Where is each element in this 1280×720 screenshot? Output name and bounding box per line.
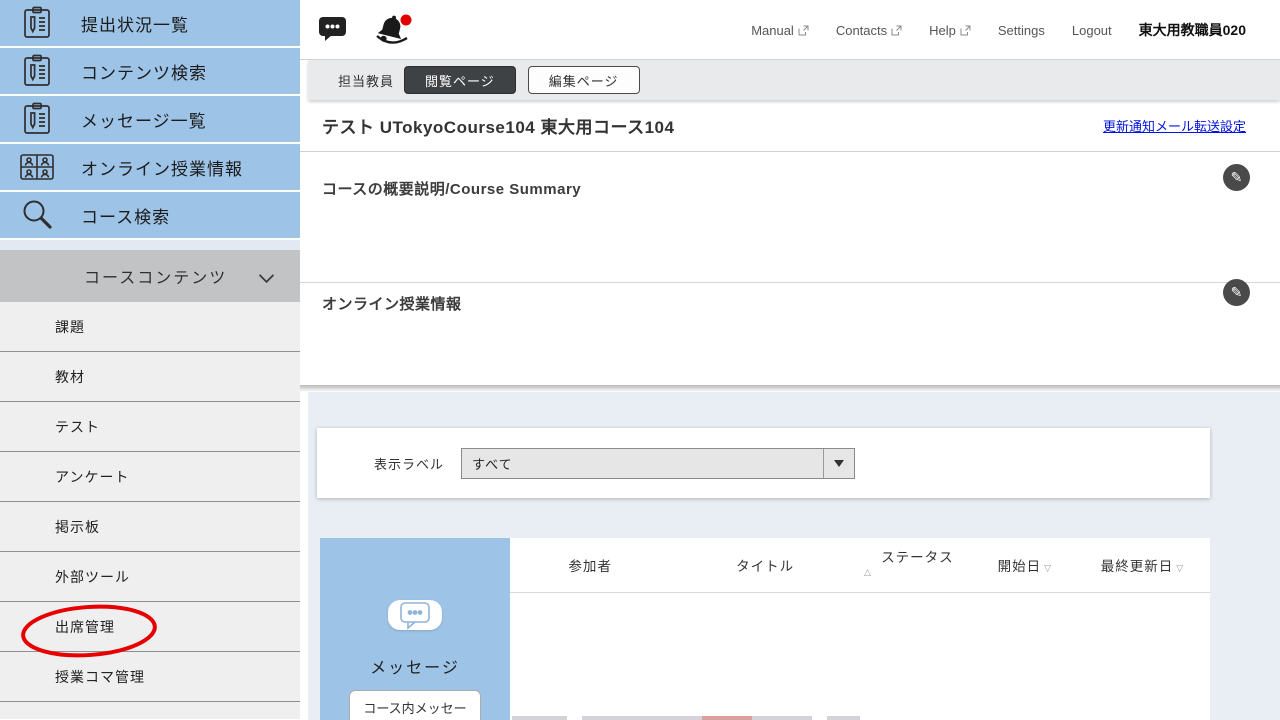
messages-icon[interactable] [318, 14, 348, 42]
unread-dot [401, 15, 412, 26]
sidebar-item-label: コンテンツ検索 [81, 59, 207, 84]
course-message-button[interactable]: コース内メッセー [349, 690, 480, 720]
sidebar-item-class-slot-management[interactable]: 授業コマ管理 [0, 652, 300, 702]
message-category-cell: メッセージ コース内メッセー [320, 538, 510, 720]
col-last-updated[interactable]: 最終更新日▽ [1075, 555, 1210, 575]
sidebar-spacer [0, 240, 300, 250]
notifications-bell-icon[interactable] [374, 14, 414, 48]
message-table: メッセージ コース内メッセー 参加者 タイトル ステータス △ [320, 538, 1210, 720]
sidebar-item-external-tools[interactable]: 外部ツール [0, 552, 300, 602]
sidebar-item-content-search[interactable]: コンテンツ検索 [0, 48, 300, 94]
display-label-text: 表示ラベル [374, 454, 444, 473]
sidebar-item-label: 提出状況一覧 [81, 11, 189, 36]
sidebar-item-label: メッセージ一覧 [81, 107, 207, 132]
course-title-row: テスト UTokyoCourse104 東大用コース104 更新通知メール転送設… [300, 100, 1280, 152]
message-table-header: 参加者 タイトル ステータス △ 開始日▽ 最終更新日▽ [510, 538, 1210, 592]
selected-value: すべて [462, 454, 513, 473]
dropdown-arrow-icon [834, 460, 844, 467]
lower-area: 表示ラベル すべて メッセージ [308, 392, 1280, 720]
contacts-link[interactable]: Contacts [836, 23, 902, 38]
panel-shadow [300, 385, 1280, 392]
message-table-body [510, 592, 1210, 720]
edit-pencil-button[interactable]: ✎ [1223, 164, 1250, 191]
sidebar-group-course-contents[interactable]: コースコンテンツ [0, 250, 300, 302]
col-start-date[interactable]: 開始日▽ [975, 555, 1075, 575]
sidebar-item-label: オンライン授業情報 [81, 155, 243, 180]
sort-desc-icon: ▽ [1176, 563, 1184, 573]
online-class-info-section: オンライン授業情報 ✎ [300, 283, 1280, 385]
people-grid-icon [19, 152, 55, 182]
sidebar-item-tests[interactable]: テスト [0, 402, 300, 452]
tab-strip: 担当教員 閲覧ページ 編集ページ [308, 60, 1280, 100]
chat-bubble-icon [388, 600, 442, 630]
tab-view-page[interactable]: 閲覧ページ [404, 66, 516, 94]
manual-link[interactable]: Manual [751, 23, 809, 38]
clipboard-icon [19, 6, 55, 40]
external-link-icon [960, 25, 971, 36]
sidebar-item-board[interactable]: 掲示板 [0, 502, 300, 552]
logout-link[interactable]: Logout [1072, 23, 1112, 38]
current-user-name: 東大用教職員020 [1139, 20, 1246, 40]
clipboard-icon [19, 54, 55, 88]
sidebar-item-label: コース検索 [81, 203, 170, 228]
sidebar-item-online-class-info[interactable]: オンライン授業情報 [0, 144, 300, 190]
mail-forward-settings-link[interactable]: 更新通知メール転送設定 [1103, 116, 1246, 135]
section-title: オンライン授業情報 [300, 283, 1280, 314]
clipboard-icon [19, 102, 55, 136]
main-area: Manual Contacts Help Settings Logout 東大用… [300, 0, 1280, 720]
sidebar-item-surveys[interactable]: アンケート [0, 452, 300, 502]
col-participants[interactable]: 参加者 [510, 555, 670, 575]
course-title: テスト UTokyoCourse104 東大用コース104 [322, 113, 674, 138]
help-link[interactable]: Help [929, 23, 971, 38]
sidebar-item-message-list[interactable]: メッセージ一覧 [0, 96, 300, 142]
sort-desc-icon: ▽ [1044, 563, 1052, 573]
section-title: コースの概要説明/Course Summary [300, 152, 1280, 199]
search-icon [19, 198, 55, 232]
sidebar-item-course-search[interactable]: コース検索 [0, 192, 300, 238]
sidebar-item-submission-status[interactable]: 提出状況一覧 [0, 0, 300, 46]
display-label-select[interactable]: すべて [461, 448, 855, 479]
tab-edit-page[interactable]: 編集ページ [528, 66, 640, 94]
sidebar-item-materials[interactable]: 教材 [0, 352, 300, 402]
edit-pencil-button[interactable]: ✎ [1223, 279, 1250, 306]
partially-visible-text [512, 716, 860, 720]
chevron-down-icon [259, 268, 275, 284]
sidebar: 提出状況一覧 コンテンツ検索 メッセージ一覧 [0, 0, 300, 720]
role-label: 担当教員 [338, 71, 394, 90]
settings-link[interactable]: Settings [998, 23, 1045, 38]
sidebar-item-assignments[interactable]: 課題 [0, 302, 300, 352]
message-panel-label: メッセージ [370, 654, 460, 678]
course-summary-section: コースの概要説明/Course Summary ✎ [300, 152, 1280, 283]
sort-asc-icon: △ [864, 565, 975, 580]
sidebar-item-clipped[interactable] [0, 702, 300, 719]
col-title[interactable]: タイトル [670, 555, 860, 575]
sidebar-group-label: コースコンテンツ [84, 264, 227, 288]
topbar: Manual Contacts Help Settings Logout 東大用… [300, 0, 1280, 60]
topbar-links: Manual Contacts Help Settings Logout 東大用… [751, 0, 1246, 60]
message-table-right: 参加者 タイトル ステータス △ 開始日▽ 最終更新日▽ [510, 538, 1210, 720]
sidebar-item-attendance[interactable]: 出席管理 [0, 602, 300, 652]
col-status[interactable]: ステータス △ [860, 550, 975, 580]
select-arrow-box [823, 449, 854, 478]
external-link-icon [891, 25, 902, 36]
filter-panel: 表示ラベル すべて [317, 428, 1210, 498]
course-panel: テスト UTokyoCourse104 東大用コース104 更新通知メール転送設… [300, 100, 1280, 385]
external-link-icon [798, 25, 809, 36]
